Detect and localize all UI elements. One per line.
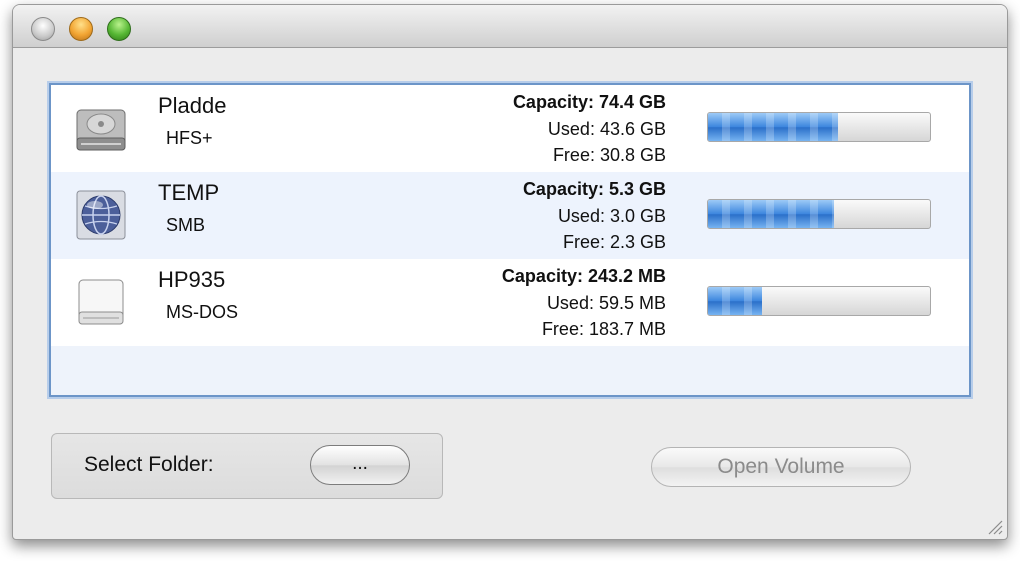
usage-bar xyxy=(707,112,931,142)
volume-filesystem: SMB xyxy=(166,215,206,235)
volume-capacity: Capacity: 243.2 MB xyxy=(501,266,666,286)
volume-filesystem: MS-DOS xyxy=(166,302,238,322)
volume-used: Used: 43.6 GB xyxy=(547,118,666,139)
volume-used: Used: 59.5 MB xyxy=(546,292,666,313)
volume-filesystem: HFS+ xyxy=(166,128,213,148)
close-window-button[interactable] xyxy=(31,17,55,41)
volume-row-pladde[interactable]: Pladde HFS+ Capacity: 74.4 GB Used: 43.6… xyxy=(51,85,969,172)
resize-grip-icon[interactable] xyxy=(983,515,1003,535)
volume-stats: Capacity: 74.4 GB Used: 43.6 GB Free: 30… xyxy=(513,89,666,169)
browse-folder-button[interactable]: ... xyxy=(310,445,410,485)
usage-bar-fill xyxy=(708,287,763,315)
volumes-window: Pladde HFS+ Capacity: 74.4 GB Used: 43.6… xyxy=(12,4,1008,540)
volume-free: Free: 183.7 MB xyxy=(541,319,666,339)
volume-row-hp935[interactable]: HP935 MS-DOS Capacity: 243.2 MB Used: 59… xyxy=(51,259,969,346)
volume-name: Pladde xyxy=(158,93,227,118)
usage-bar xyxy=(707,199,931,229)
network-volume-icon xyxy=(76,190,126,240)
volume-name: HP935 xyxy=(158,267,226,292)
zoom-window-button[interactable] xyxy=(107,17,131,41)
volume-list[interactable]: Pladde HFS+ Capacity: 74.4 GB Used: 43.6… xyxy=(49,83,971,397)
volume-row-temp[interactable]: TEMP SMB Capacity: 5.3 GB Used: 3.0 GB F… xyxy=(51,172,969,259)
volume-free: Free: 2.3 GB xyxy=(562,232,666,252)
volume-used: Used: 3.0 GB xyxy=(557,205,666,226)
open-volume-button[interactable]: Open Volume xyxy=(651,447,911,487)
volume-capacity: Capacity: 5.3 GB xyxy=(522,179,666,199)
volume-stats: Capacity: 243.2 MB Used: 59.5 MB Free: 1… xyxy=(502,263,666,343)
title-bar[interactable] xyxy=(13,5,1007,48)
usage-bar xyxy=(707,286,931,316)
volume-free: Free: 30.8 GB xyxy=(552,145,666,165)
usage-bar-fill xyxy=(708,113,839,141)
volume-name: TEMP xyxy=(158,180,220,205)
removable-disk-icon xyxy=(78,279,124,325)
minimize-window-button[interactable] xyxy=(69,17,93,41)
select-folder-group: Select Folder: ... xyxy=(51,433,443,499)
volume-stats: Capacity: 5.3 GB Used: 3.0 GB Free: 2.3 … xyxy=(523,176,666,256)
hard-disk-icon xyxy=(76,109,126,151)
select-folder-label: Select Folder: xyxy=(84,453,214,476)
volume-capacity: Capacity: 74.4 GB xyxy=(512,92,666,112)
usage-bar-fill xyxy=(708,200,834,228)
